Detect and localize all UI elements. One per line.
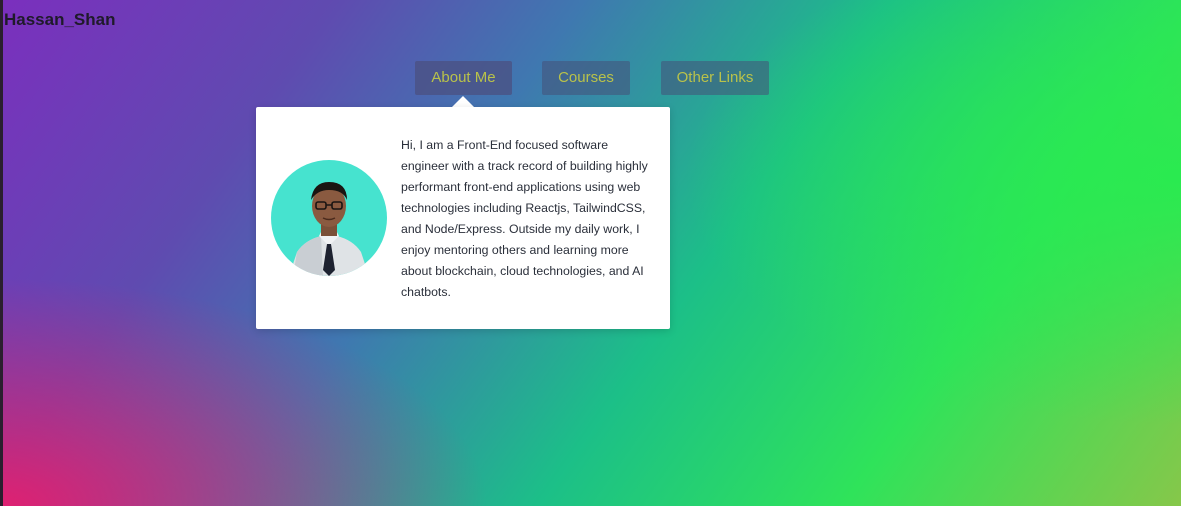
person-icon (289, 182, 369, 276)
popover-arrow (452, 96, 474, 107)
nav-courses-button[interactable]: Courses (542, 61, 630, 95)
nav-about-me-button[interactable]: About Me (415, 61, 512, 95)
profile-photo-avatar (271, 160, 387, 276)
about-me-bio-text: Hi, I am a Front-End focused software en… (401, 138, 648, 299)
brand-name[interactable]: Hassan_Shan (4, 10, 116, 30)
about-me-popover: Hi, I am a Front-End focused software en… (256, 107, 670, 329)
nav-other-links-button[interactable]: Other Links (661, 61, 769, 95)
main-nav: About Me Courses Other Links (0, 61, 1181, 95)
